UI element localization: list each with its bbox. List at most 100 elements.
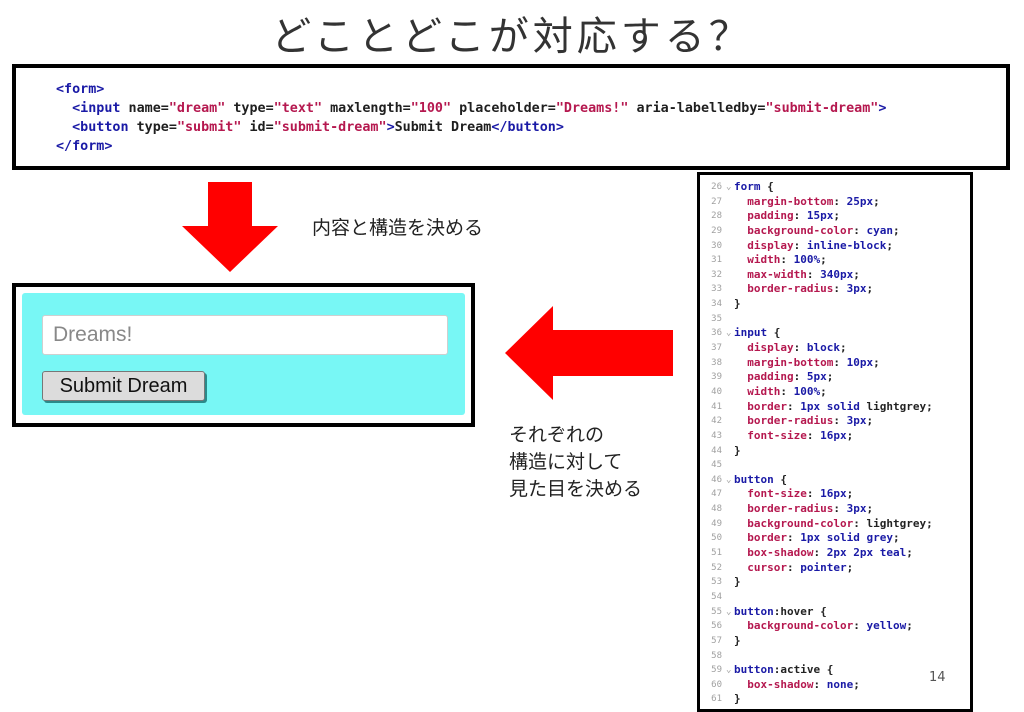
code-token: { xyxy=(773,472,787,486)
code-token: type= xyxy=(128,120,177,135)
code-token: solid xyxy=(826,531,860,545)
code-token: width xyxy=(747,384,781,398)
line-number: 61 xyxy=(711,694,722,705)
note-line: 構造に対して xyxy=(509,451,623,473)
dream-input[interactable] xyxy=(42,315,448,355)
code-token: 3px xyxy=(846,502,867,516)
code-token: background-color xyxy=(747,516,854,530)
code-token: ; xyxy=(892,223,900,237)
code-token: } xyxy=(734,575,741,589)
code-text: form { xyxy=(732,180,774,195)
code-token: 1px xyxy=(800,531,821,545)
css-code-line: 42 border-radius: 3px; xyxy=(700,414,970,429)
css-code-line: 49 background-color: lightgrey; xyxy=(700,517,970,532)
css-code-line: 33 border-radius: 3px; xyxy=(700,282,970,297)
code-token: 3px xyxy=(846,282,867,296)
code-text: display: block; xyxy=(732,341,847,356)
css-code-line: 57} xyxy=(700,634,970,649)
code-token: ; xyxy=(820,253,827,267)
code-text: } xyxy=(732,575,741,590)
code-token: ; xyxy=(839,341,847,355)
line-number: 54 xyxy=(711,591,722,602)
code-text: font-size: 16px; xyxy=(732,429,853,444)
html-code-line: </form> xyxy=(56,137,1006,156)
code-token: </form> xyxy=(56,139,113,154)
code-token: ; xyxy=(873,194,880,208)
code-token: } xyxy=(734,633,741,647)
code-token: : xyxy=(793,238,807,252)
line-number: 38 xyxy=(711,357,722,368)
code-token: } xyxy=(734,692,741,706)
code-token: "text" xyxy=(273,101,323,116)
code-token: 16px xyxy=(820,428,847,442)
line-number: 28 xyxy=(711,211,722,222)
code-token: : xyxy=(780,384,794,398)
code-token: 340px xyxy=(820,267,854,281)
line-number: 46 xyxy=(711,474,722,485)
code-token: margin-bottom xyxy=(747,194,834,208)
code-token: ; xyxy=(866,414,874,428)
css-code-line: 54 xyxy=(700,590,970,605)
line-number: 37 xyxy=(711,343,722,354)
css-code-line: 45 xyxy=(700,458,970,473)
down-arrow-icon xyxy=(182,182,278,272)
code-text: display: inline-block; xyxy=(732,239,893,254)
line-number: 39 xyxy=(711,372,722,383)
code-token: "submit-dream" xyxy=(765,101,879,116)
css-code-line: 30 display: inline-block; xyxy=(700,239,970,254)
code-token: 3px xyxy=(846,414,867,428)
line-number: 56 xyxy=(711,621,722,632)
note-line: 見た目を決める xyxy=(509,478,643,500)
code-text: max-width: 340px; xyxy=(732,268,860,283)
code-text: padding: 5px; xyxy=(732,370,833,385)
css-code-line: 32 max-width: 340px; xyxy=(700,268,970,283)
code-text: background-color: cyan; xyxy=(732,223,900,239)
line-number: 53 xyxy=(711,577,722,588)
code-text: box-shadow: none; xyxy=(732,678,860,693)
code-token: { xyxy=(767,326,781,340)
code-token: ; xyxy=(886,238,893,252)
line-number: 48 xyxy=(711,504,722,515)
code-token: ; xyxy=(826,370,834,384)
code-token: border xyxy=(747,531,787,545)
line-number: 36 xyxy=(711,328,722,339)
code-token: font-size xyxy=(747,487,807,501)
code-text: width: 100%; xyxy=(732,385,827,400)
left-arrow-shape xyxy=(505,306,673,400)
css-code-line: 36 ⌄ input { xyxy=(700,326,970,341)
code-token: : xyxy=(813,677,827,691)
code-token: { xyxy=(820,663,834,677)
note-line: それぞれの xyxy=(509,424,605,446)
code-token: border-radius xyxy=(747,414,834,428)
code-text: border-radius: 3px; xyxy=(732,502,873,517)
code-token: : xyxy=(780,253,794,267)
code-text: button:active { xyxy=(732,663,833,678)
code-token: maxlength= xyxy=(322,101,411,116)
code-token: Submit Dream xyxy=(394,120,492,135)
css-code-line: 44} xyxy=(700,444,970,459)
code-token: : xyxy=(787,560,801,574)
line-number: 41 xyxy=(711,401,722,412)
code-token: : xyxy=(806,487,821,501)
code-token: 16px xyxy=(820,487,847,501)
code-token: : xyxy=(806,267,821,281)
css-code-line: 46 ⌄ button { xyxy=(700,473,970,488)
line-number: 49 xyxy=(711,518,722,529)
submit-dream-button[interactable]: Submit Dream xyxy=(42,371,205,401)
code-token: : xyxy=(787,399,801,413)
html-code-line: <input name="dream" type="text" maxlengt… xyxy=(56,99,1006,118)
css-code-panel: 26 ⌄ form {27 margin-bottom: 25px; 28 paddi… xyxy=(697,172,973,712)
code-text: } xyxy=(732,444,741,459)
line-number: 30 xyxy=(711,240,722,251)
